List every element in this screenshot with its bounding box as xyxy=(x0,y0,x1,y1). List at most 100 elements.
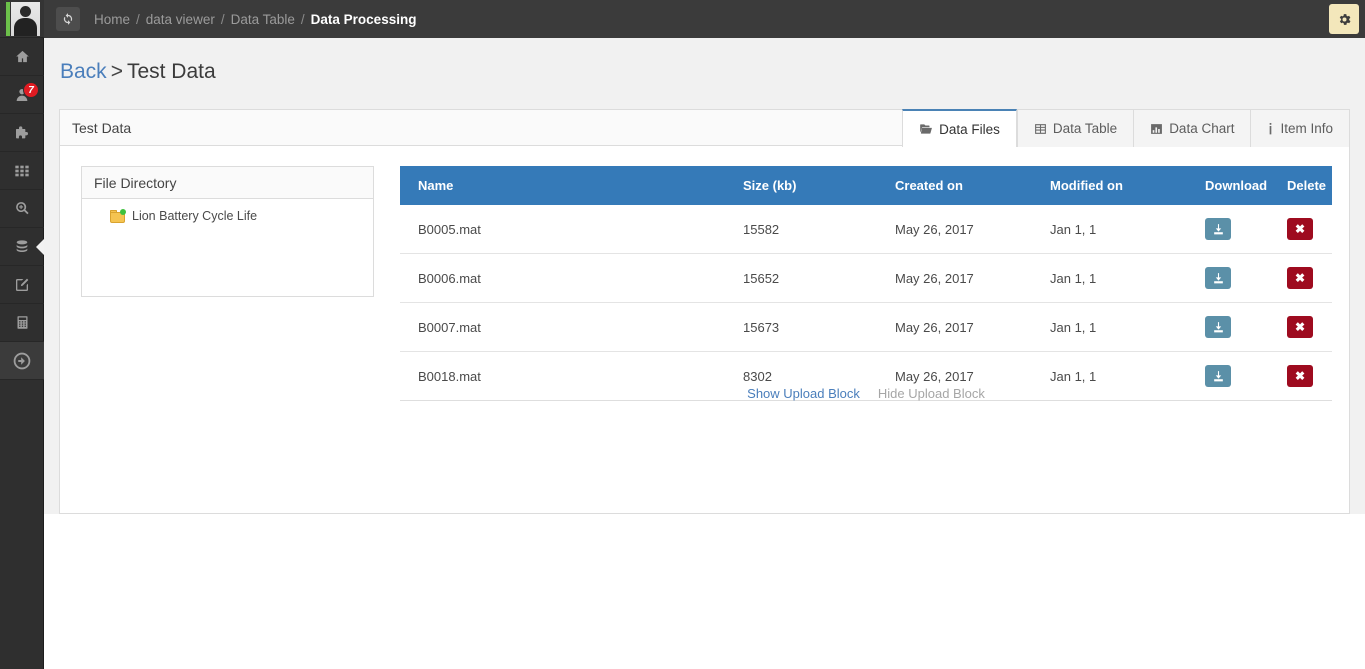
tree-item-label: Lion Battery Cycle Life xyxy=(132,209,258,223)
breadcrumb-separator: / xyxy=(300,11,305,27)
pencil-square-icon xyxy=(14,277,30,293)
settings-button[interactable] xyxy=(1329,4,1359,34)
breadcrumb-home[interactable]: Home xyxy=(94,12,130,27)
avatar-head-shape xyxy=(20,6,31,17)
sidebar-item-edit[interactable] xyxy=(0,266,44,304)
column-header-name[interactable]: Name xyxy=(400,166,725,205)
grid-icon xyxy=(14,163,30,179)
delete-button[interactable]: ✖ xyxy=(1287,267,1313,289)
tab-data-files[interactable]: Data Files xyxy=(902,109,1017,147)
tab-item-info[interactable]: Item Info xyxy=(1250,110,1349,147)
avatar-accent-bar xyxy=(6,2,10,36)
cell-size: 15582 xyxy=(725,205,877,254)
breadcrumb: Home / data viewer / Data Table / Data P… xyxy=(94,12,416,27)
sidebar-nav: 7 xyxy=(0,38,45,380)
cell-delete: ✖ xyxy=(1269,205,1332,254)
home-icon xyxy=(14,49,31,64)
magnifier-plus-icon xyxy=(14,200,31,217)
delete-icon: ✖ xyxy=(1294,271,1306,285)
hide-upload-block-link[interactable]: Hide Upload Block xyxy=(878,386,985,401)
delete-button[interactable]: ✖ xyxy=(1287,365,1313,387)
main-panel: Test Data Data Files Data Table Data Cha… xyxy=(59,109,1350,514)
table-row: B0005.mat 15582 May 26, 2017 Jan 1, 1 ✖ xyxy=(400,205,1332,254)
tab-data-table[interactable]: Data Table xyxy=(1016,110,1134,147)
panel-body: File Directory Lion Battery Cycle Life N… xyxy=(60,146,1349,514)
table-icon xyxy=(1034,123,1047,135)
panel-title: Test Data xyxy=(72,119,132,136)
data-files-table-wrap: Name Size (kb) Created on Modified on Do… xyxy=(400,166,1332,401)
folder-icon xyxy=(110,208,126,223)
tab-item-info-label: Item Info xyxy=(1280,121,1333,136)
download-button[interactable] xyxy=(1205,218,1231,240)
tab-data-table-label: Data Table xyxy=(1052,121,1118,136)
tree-item[interactable]: Lion Battery Cycle Life xyxy=(110,208,373,223)
download-icon xyxy=(1213,223,1223,234)
gear-icon xyxy=(1339,13,1350,25)
cell-delete: ✖ xyxy=(1269,253,1332,303)
cell-modified: Jan 1, 1 xyxy=(1032,205,1187,254)
sidebar-item-arrow[interactable] xyxy=(0,342,44,380)
info-icon xyxy=(1267,122,1274,135)
table-head: Name Size (kb) Created on Modified on Do… xyxy=(400,166,1332,205)
sidebar-item-plugins[interactable] xyxy=(0,114,44,152)
avatar-body-shape xyxy=(14,18,37,36)
tab-data-chart[interactable]: Data Chart xyxy=(1133,110,1251,147)
delete-icon: ✖ xyxy=(1294,222,1306,236)
panel-header: Test Data Data Files Data Table Data Cha… xyxy=(60,109,1349,147)
column-header-size[interactable]: Size (kb) xyxy=(725,166,877,205)
column-header-created[interactable]: Created on xyxy=(877,166,1032,205)
download-button[interactable] xyxy=(1205,316,1231,338)
page-header-separator: > xyxy=(110,60,123,83)
column-header-delete: Delete xyxy=(1269,166,1332,205)
cell-download xyxy=(1187,253,1269,303)
breadcrumb-data-viewer[interactable]: data viewer xyxy=(146,12,215,27)
show-upload-block-link[interactable]: Show Upload Block xyxy=(747,386,860,401)
sidebar-item-search[interactable] xyxy=(0,190,44,228)
breadcrumb-separator: / xyxy=(136,11,140,27)
breadcrumb-data-table[interactable]: Data Table xyxy=(231,12,295,27)
file-directory-tree: Lion Battery Cycle Life xyxy=(82,199,373,223)
puzzle-icon xyxy=(14,125,30,141)
sidebar-item-calculator[interactable] xyxy=(0,304,44,342)
bar-chart-icon xyxy=(1150,123,1163,135)
delete-icon: ✖ xyxy=(1294,320,1306,334)
breadcrumb-separator: / xyxy=(220,11,225,27)
content-area: Back > Test Data Test Data Data Files Da… xyxy=(44,38,1365,669)
delete-button[interactable]: ✖ xyxy=(1287,218,1313,240)
delete-icon: ✖ xyxy=(1294,369,1306,383)
upload-block-controls: Show Upload Block Hide Upload Block xyxy=(400,386,1332,401)
file-directory-panel: File Directory Lion Battery Cycle Life xyxy=(81,166,374,297)
cell-download xyxy=(1187,302,1269,352)
delete-button[interactable]: ✖ xyxy=(1287,316,1313,338)
sidebar-item-users[interactable]: 7 xyxy=(0,76,44,114)
cell-delete: ✖ xyxy=(1269,302,1332,352)
sidebar-item-home[interactable] xyxy=(0,38,44,76)
cell-created: May 26, 2017 xyxy=(877,205,1032,254)
cell-modified: Jan 1, 1 xyxy=(1032,302,1187,352)
cell-created: May 26, 2017 xyxy=(877,253,1032,303)
tab-data-chart-label: Data Chart xyxy=(1169,121,1235,136)
page-header: Back > Test Data xyxy=(44,38,1365,84)
sidebar-users-badge: 7 xyxy=(23,82,39,98)
column-header-modified[interactable]: Modified on xyxy=(1032,166,1187,205)
cell-name: B0005.mat xyxy=(400,205,725,254)
download-button[interactable] xyxy=(1205,365,1231,387)
column-header-download: Download xyxy=(1187,166,1269,205)
database-icon xyxy=(14,239,30,255)
sidebar-item-database[interactable] xyxy=(0,228,45,266)
page-footer-space xyxy=(44,514,1365,669)
tab-data-files-label: Data Files xyxy=(939,121,1000,137)
table-row: B0006.mat 15652 May 26, 2017 Jan 1, 1 ✖ xyxy=(400,253,1332,303)
refresh-button[interactable] xyxy=(56,7,80,31)
back-link[interactable]: Back xyxy=(60,60,107,83)
cell-modified: Jan 1, 1 xyxy=(1032,253,1187,303)
tab-bar: Data Files Data Table Data Chart Item In… xyxy=(902,109,1349,147)
download-icon xyxy=(1213,272,1223,283)
table-body: B0005.mat 15582 May 26, 2017 Jan 1, 1 ✖ … xyxy=(400,205,1332,401)
calculator-icon xyxy=(15,314,30,331)
avatar-image xyxy=(11,2,40,36)
folder-open-icon xyxy=(919,123,933,135)
user-avatar[interactable] xyxy=(0,0,44,38)
sidebar-item-grid[interactable] xyxy=(0,152,44,190)
download-button[interactable] xyxy=(1205,267,1231,289)
